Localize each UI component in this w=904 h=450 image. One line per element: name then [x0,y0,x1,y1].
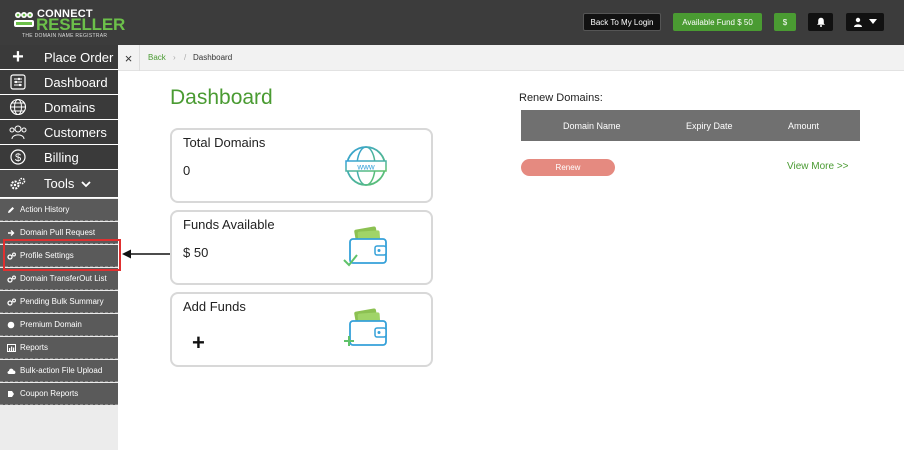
user-icon [854,17,862,27]
user-menu-button[interactable] [846,13,884,31]
sidebar-item-customers[interactable]: Customers [0,120,118,145]
submenu-label: Premium Domain [20,320,82,329]
submenu-domain-transferout-list[interactable]: Domain TransferOut List [0,268,118,290]
card-title: Total Domains [183,135,266,150]
top-bar: CONNECT RESELLER THE DOMAIN NAME REGISTR… [0,0,904,45]
place-order-label: Place Order [44,49,114,65]
submenu-label: Coupon Reports [20,389,79,398]
sidebar-item-label: Tools [44,176,75,191]
card-title: Add Funds [183,299,246,314]
sidebar-item-dashboard[interactable]: Dashboard [0,70,118,95]
arrow-icon [0,229,18,237]
column-header-domain-name[interactable]: Domain Name [563,121,621,131]
column-header-expiry-date[interactable]: Expiry Date [686,121,733,131]
bar-chart-icon [0,343,18,352]
gears-small-icon [0,275,18,283]
svg-text:www: www [356,163,375,172]
customers-icon [0,124,36,140]
sidebar-item-domains[interactable]: Domains [0,95,118,120]
renew-button[interactable]: Renew [521,159,615,176]
submenu-action-history[interactable]: Action History [0,199,118,221]
add-funds-card[interactable]: Add Funds + [170,292,433,367]
sidebar-item-label: Customers [44,124,107,140]
www-globe-icon: www [345,146,387,186]
notifications-button[interactable] [808,13,833,31]
caret-down-icon [869,19,877,24]
page-title: Dashboard [170,86,273,109]
submenu-premium-domain[interactable]: Premium Domain [0,314,118,336]
available-fund-button[interactable]: Available Fund $ 50 [673,13,762,31]
sidebar-item-tools[interactable]: Tools [0,170,118,198]
submenu-coupon-reports[interactable]: Coupon Reports [0,383,118,405]
coupon-icon [0,390,18,398]
dollar-icon: $ [0,149,36,165]
sidebar-item-label: Dashboard [44,74,108,90]
profile-settings-highlight [3,239,121,271]
submenu-label: Action History [20,205,70,214]
chevron-down-icon [81,180,91,187]
card-value: 0 [183,163,191,178]
submenu-bulk-action-file-upload[interactable]: Bulk-action File Upload [0,360,118,382]
submenu-label: Domain TransferOut List [20,274,107,283]
breadcrumb: × Back › / Dashboard [118,45,904,71]
submenu-label: Pending Bulk Summary [20,297,104,306]
logo-people-icon [14,12,34,27]
brand-tagline: THE DOMAIN NAME REGISTRAR [22,33,108,39]
renew-domains-title: Renew Domains: [519,92,603,104]
brand-line2: RESELLER [36,15,126,34]
place-order-button[interactable]: + Place Order [0,45,118,70]
sidebar-item-billing[interactable]: $ Billing [0,145,118,170]
submenu-label: Bulk-action File Upload [20,366,103,375]
breadcrumb-separator: / [184,53,187,62]
dashboard-icon [0,74,36,90]
wallet-check-icon [343,226,387,267]
card-title: Funds Available [183,217,275,232]
add-fund-dollar-button[interactable]: $ [774,13,796,31]
renew-table-header: Domain Name Expiry Date Amount [521,110,860,141]
add-funds-plus-icon[interactable]: + [192,330,205,356]
breadcrumb-separator: › [173,53,176,62]
sidebar-item-label: Domains [44,99,96,115]
back-to-login-button[interactable]: Back To My Login [583,13,661,31]
brand-logo[interactable]: CONNECT RESELLER THE DOMAIN NAME REGISTR… [13,8,126,39]
cloud-upload-icon [0,367,18,375]
view-more-link[interactable]: View More >> [787,161,849,172]
submenu-pending-bulk-summary[interactable]: Pending Bulk Summary [0,291,118,313]
bell-icon [816,17,825,27]
gears-icon [0,177,36,191]
gears-small-icon [0,298,18,306]
card-value: $ 50 [183,245,209,260]
funds-available-card[interactable]: Funds Available $ 50 [170,210,433,285]
pencil-icon [0,206,18,214]
sidebar-item-label: Billing [44,149,79,165]
globe-small-icon [0,321,18,329]
breadcrumb-current: Dashboard [193,53,233,62]
submenu-reports[interactable]: Reports [0,337,118,359]
close-sidebar-button[interactable]: × [118,45,140,71]
svg-text:$: $ [15,152,21,164]
submenu-label: Reports [20,343,49,352]
plus-icon: + [12,45,24,68]
submenu-label: Domain Pull Request [20,228,96,237]
column-header-amount[interactable]: Amount [788,121,819,131]
total-domains-card[interactable]: Total Domains 0 www [170,128,433,203]
wallet-plus-icon [344,308,387,346]
globe-icon [0,98,36,116]
breadcrumb-back-link[interactable]: Back [148,53,166,62]
